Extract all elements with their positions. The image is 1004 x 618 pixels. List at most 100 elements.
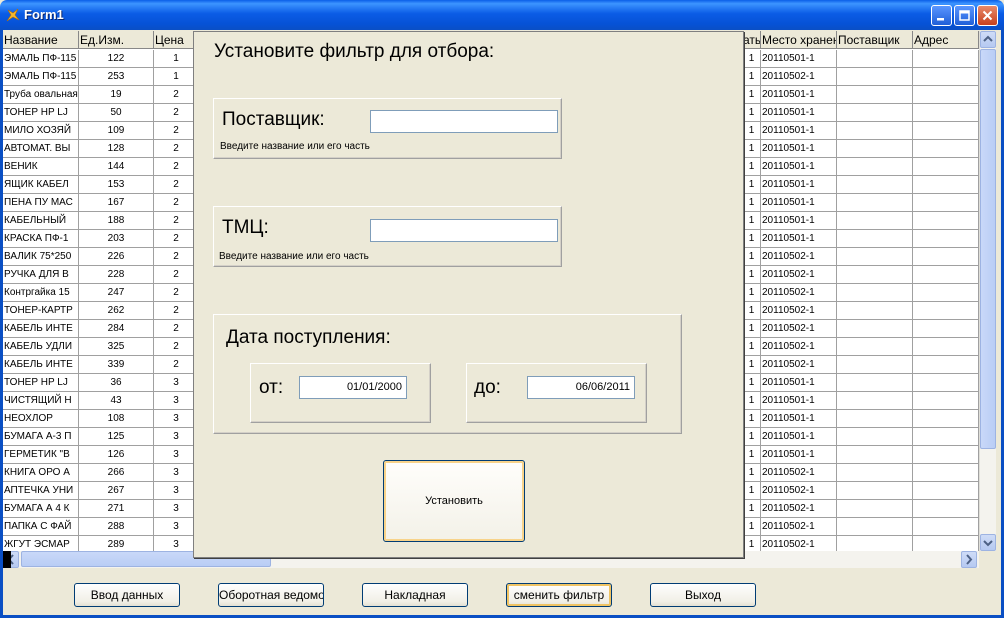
cell-supplier[interactable] (837, 518, 913, 536)
tmc-input[interactable] (370, 219, 558, 242)
maximize-button[interactable] (954, 5, 975, 26)
close-button[interactable] (977, 5, 998, 26)
cell-date[interactable]: 1 (743, 374, 761, 392)
cell-name[interactable]: ТОНЕР HP LJ (3, 104, 79, 122)
cell-storage[interactable]: 20110501-1 (761, 158, 837, 176)
cell-address[interactable] (913, 176, 979, 194)
cell-unit[interactable]: 167 (79, 194, 154, 212)
cell-unit[interactable]: 266 (79, 464, 154, 482)
cell-supplier[interactable] (837, 320, 913, 338)
cell-storage[interactable]: 20110501-1 (761, 194, 837, 212)
supplier-input[interactable] (370, 110, 558, 133)
cell-name[interactable]: ЭМАЛЬ ПФ-115 (3, 50, 79, 68)
cell-supplier[interactable] (837, 338, 913, 356)
cell-unit[interactable]: 325 (79, 338, 154, 356)
cell-address[interactable] (913, 446, 979, 464)
cell-name[interactable]: ЖГУТ ЭСМАР (3, 536, 79, 551)
cell-storage[interactable]: 20110501-1 (761, 374, 837, 392)
cell-date[interactable]: 1 (743, 500, 761, 518)
cell-name[interactable]: КАБЕЛЬ УДЛИ (3, 338, 79, 356)
cell-address[interactable] (913, 374, 979, 392)
column-header-address[interactable]: Адрес (913, 31, 979, 49)
cell-storage[interactable]: 20110502-1 (761, 536, 837, 551)
cell-unit[interactable]: 50 (79, 104, 154, 122)
column-header-date[interactable]: аты (743, 31, 761, 49)
cell-address[interactable] (913, 482, 979, 500)
cell-storage[interactable]: 20110501-1 (761, 176, 837, 194)
cell-name[interactable]: ПАПКА С ФАЙ (3, 518, 79, 536)
cell-unit[interactable]: 109 (79, 122, 154, 140)
cell-storage[interactable]: 20110501-1 (761, 410, 837, 428)
cell-name[interactable]: АВТОМАТ. ВЫ (3, 140, 79, 158)
cell-unit[interactable]: 289 (79, 536, 154, 551)
cell-storage[interactable]: 20110502-1 (761, 518, 837, 536)
cell-storage[interactable]: 20110502-1 (761, 266, 837, 284)
input-data-button[interactable]: Ввод данных (74, 583, 180, 607)
cell-supplier[interactable] (837, 122, 913, 140)
cell-unit[interactable]: 43 (79, 392, 154, 410)
cell-storage[interactable]: 20110501-1 (761, 212, 837, 230)
cell-supplier[interactable] (837, 50, 913, 68)
cell-supplier[interactable] (837, 410, 913, 428)
column-header-storage[interactable]: Место хранения (761, 31, 837, 49)
cell-unit[interactable]: 188 (79, 212, 154, 230)
cell-storage[interactable]: 20110502-1 (761, 338, 837, 356)
cell-unit[interactable]: 262 (79, 302, 154, 320)
cell-supplier[interactable] (837, 536, 913, 551)
cell-unit[interactable]: 228 (79, 266, 154, 284)
cell-supplier[interactable] (837, 464, 913, 482)
cell-supplier[interactable] (837, 176, 913, 194)
cell-storage[interactable]: 20110501-1 (761, 230, 837, 248)
vertical-scrollbar[interactable] (979, 31, 996, 551)
turnover-report-button[interactable]: Оборотная ведомость (218, 583, 324, 607)
scroll-right-button[interactable] (961, 551, 977, 568)
cell-storage[interactable]: 20110501-1 (761, 392, 837, 410)
cell-address[interactable] (913, 464, 979, 482)
cell-unit[interactable]: 253 (79, 68, 154, 86)
cell-date[interactable]: 1 (743, 212, 761, 230)
cell-supplier[interactable] (837, 68, 913, 86)
cell-name[interactable]: РУЧКА ДЛЯ В (3, 266, 79, 284)
cell-name[interactable]: КАБЕЛЬ ИНТЕ (3, 356, 79, 374)
cell-date[interactable]: 1 (743, 50, 761, 68)
date-from-input[interactable]: 01/01/2000 (299, 376, 407, 399)
cell-name[interactable]: МИЛО ХОЗЯЙ (3, 122, 79, 140)
cell-unit[interactable]: 108 (79, 410, 154, 428)
cell-name[interactable]: ПЕНА ПУ МАС (3, 194, 79, 212)
cell-name[interactable]: ЧИСТЯЩИЙ Н (3, 392, 79, 410)
column-header-unit[interactable]: Ед.Изм. (79, 31, 154, 49)
cell-address[interactable] (913, 392, 979, 410)
cell-address[interactable] (913, 518, 979, 536)
cell-storage[interactable]: 20110501-1 (761, 86, 837, 104)
cell-address[interactable] (913, 158, 979, 176)
cell-address[interactable] (913, 104, 979, 122)
cell-name[interactable]: ВАЛИК 75*250 (3, 248, 79, 266)
cell-date[interactable]: 1 (743, 518, 761, 536)
cell-date[interactable]: 1 (743, 104, 761, 122)
invoice-button[interactable]: Накладная (362, 583, 468, 607)
cell-address[interactable] (913, 68, 979, 86)
cell-unit[interactable]: 247 (79, 284, 154, 302)
cell-address[interactable] (913, 248, 979, 266)
cell-date[interactable]: 1 (743, 428, 761, 446)
column-header-supplier[interactable]: Поставщик (837, 31, 913, 49)
cell-unit[interactable]: 271 (79, 500, 154, 518)
change-filter-button[interactable]: сменить фильтр (506, 583, 612, 607)
cell-unit[interactable]: 128 (79, 140, 154, 158)
cell-storage[interactable]: 20110501-1 (761, 428, 837, 446)
cell-date[interactable]: 1 (743, 320, 761, 338)
cell-date[interactable]: 1 (743, 122, 761, 140)
cell-address[interactable] (913, 230, 979, 248)
cell-date[interactable]: 1 (743, 284, 761, 302)
cell-supplier[interactable] (837, 482, 913, 500)
cell-date[interactable]: 1 (743, 266, 761, 284)
cell-address[interactable] (913, 194, 979, 212)
cell-name[interactable]: БУМАГА А-3 П (3, 428, 79, 446)
cell-storage[interactable]: 20110501-1 (761, 140, 837, 158)
cell-address[interactable] (913, 86, 979, 104)
scroll-up-button[interactable] (980, 31, 996, 48)
cell-name[interactable]: ТОНЕР HP LJ (3, 374, 79, 392)
cell-name[interactable]: ВЕНИК (3, 158, 79, 176)
cell-supplier[interactable] (837, 392, 913, 410)
cell-storage[interactable]: 20110501-1 (761, 50, 837, 68)
